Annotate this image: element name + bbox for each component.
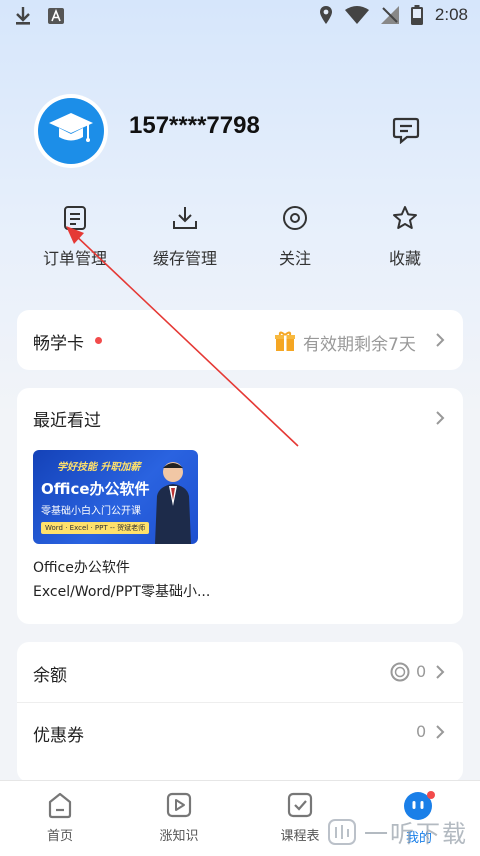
- chevron-right-icon: [436, 333, 445, 347]
- a-badge-icon: [48, 8, 64, 24]
- nav-home-label: 首页: [46, 829, 73, 844]
- recently-watched-card: 最近看过 学好技能 升职加薪 Office办公软件 零基础小白入门公开课 Wor…: [17, 388, 463, 624]
- thumb-slogan: 学好技能 升职加薪: [57, 462, 141, 473]
- graduation-cap-icon: [49, 113, 93, 142]
- balance-label: 余额: [33, 666, 67, 686]
- cache-management-button[interactable]: 缓存管理: [135, 205, 235, 269]
- thumb-tag: Word · Excel · PPT -- 贺斌老师: [41, 522, 150, 534]
- coin-icon: [390, 662, 410, 682]
- chevron-right-icon: [436, 665, 445, 679]
- course-thumbnail[interactable]: 学好技能 升职加薪 Office办公软件 零基础小白入门公开课 Word · E…: [33, 450, 198, 544]
- coupon-label: 优惠券: [33, 726, 84, 746]
- order-management-button[interactable]: 订单管理: [25, 205, 125, 269]
- gift-icon: [275, 331, 295, 351]
- thumb-subtitle: 零基础小白入门公开课: [41, 506, 141, 517]
- battery-icon: [410, 5, 423, 25]
- status-bar: 2:08: [0, 0, 480, 34]
- checklist-icon: [287, 792, 313, 818]
- star-icon: [393, 206, 417, 229]
- clock: 2:08: [434, 5, 468, 24]
- cache-management-label: 缓存管理: [152, 249, 217, 268]
- balance-value: 0: [416, 662, 427, 681]
- nav-knowledge-label: 涨知识: [159, 829, 199, 844]
- play-icon: [166, 792, 192, 818]
- quick-actions: 订单管理 缓存管理 关注 收藏: [0, 205, 480, 275]
- download-icon: [16, 7, 30, 25]
- new-indicator-dot: [95, 337, 102, 344]
- avatar[interactable]: [34, 94, 108, 168]
- follow-label: 关注: [278, 249, 311, 268]
- nav-knowledge[interactable]: 涨知识: [134, 791, 224, 844]
- order-icon: [64, 206, 86, 230]
- signal-icon: [380, 6, 399, 24]
- home-icon: [48, 792, 72, 819]
- thumb-title: Office办公软件: [41, 480, 150, 498]
- watermark-text: 一听下载: [364, 820, 468, 848]
- membership-card[interactable]: 畅学卡 有效期剩余7天: [17, 310, 463, 370]
- wifi-icon: [344, 6, 369, 24]
- chevron-right-icon[interactable]: [435, 410, 445, 426]
- download-icon: [173, 207, 197, 229]
- wallet-card: 余额 0 优惠券 0: [17, 642, 463, 782]
- watermark: 一听下载: [328, 814, 468, 849]
- favorites-button[interactable]: 收藏: [355, 205, 455, 269]
- order-management-label: 订单管理: [42, 249, 107, 268]
- coupon-row[interactable]: 优惠券 0: [17, 702, 463, 762]
- coupon-value: 0: [416, 722, 427, 741]
- message-icon[interactable]: [392, 116, 420, 144]
- membership-title: 畅学卡: [33, 334, 84, 354]
- favorites-label: 收藏: [388, 249, 421, 268]
- profile-header[interactable]: 157****7798: [34, 94, 260, 168]
- eye-icon: [283, 206, 307, 230]
- chevron-right-icon: [436, 725, 445, 739]
- teacher-photo: [155, 462, 191, 544]
- membership-validity: 有效期剩余7天: [303, 335, 416, 355]
- follow-button[interactable]: 关注: [245, 205, 345, 269]
- location-icon: [319, 6, 332, 24]
- watermark-logo-icon: [328, 818, 356, 845]
- user-phone: 157****7798: [129, 112, 260, 139]
- nav-home[interactable]: 首页: [15, 791, 105, 844]
- course-title[interactable]: Office办公软件Excel/Word/PPT零基础小...: [33, 556, 213, 604]
- balance-row[interactable]: 余额 0: [17, 642, 463, 702]
- recently-watched-title: 最近看过: [33, 411, 101, 431]
